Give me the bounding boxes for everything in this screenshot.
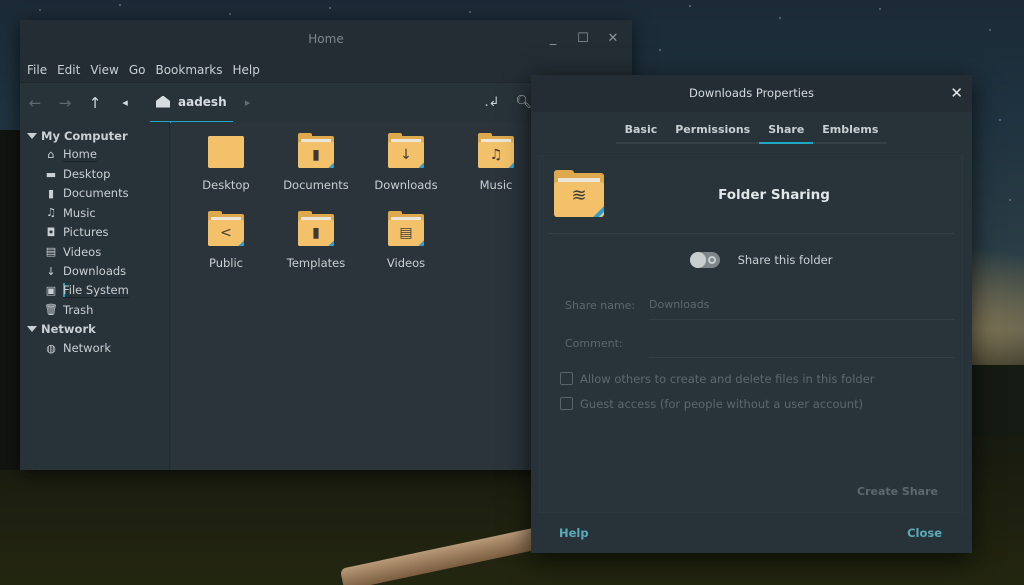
share-name-input[interactable]: Downloads [649,292,954,320]
sidebar-item-videos[interactable]: ▤ Videos [20,242,169,261]
downloads-folder-icon: ↓ [388,133,424,168]
breadcrumb-label: aadesh [178,94,227,109]
tab-share[interactable]: Share [759,123,814,144]
sidebar: My Computer ⌂ Home ▬ Desktop ▮ Documents ♫ M… [20,122,170,470]
camera-icon: ◘ [46,225,56,239]
expand-triangle-icon[interactable] [27,132,37,139]
create-share-button[interactable]: Create Share [857,485,938,498]
breadcrumb-prev-icon[interactable]: ◂ [110,96,140,109]
menu-help[interactable]: Help [232,63,267,77]
menu-bookmarks[interactable]: Bookmarks [154,63,229,77]
public-share-folder-icon: < [208,211,244,246]
share-panel: ≋ Folder Sharing Share this folder Share… [539,155,963,513]
title-bar[interactable]: Home _ ☐ ✕ [20,20,632,58]
window-title: Home [308,32,344,46]
dialog-title: Downloads Properties [689,86,814,100]
comment-label: Comment: [565,336,623,350]
document-icon: ▮ [47,186,55,200]
film-icon: ▤ [45,245,57,259]
share-folder-toggle[interactable] [689,252,720,268]
sidebar-item-documents[interactable]: ▮ Documents [20,184,169,203]
close-button[interactable]: ✕ [604,20,622,58]
drive-icon: ▣ [45,283,57,297]
music-folder-icon: ♫ [478,133,514,168]
help-button[interactable]: Help [559,526,589,540]
up-arrow-icon[interactable]: ↑ [80,94,110,112]
breadcrumb-home[interactable]: aadesh [150,83,233,123]
toggle-location-icon[interactable]: .↲ [484,95,499,110]
music-icon: ♫ [46,206,56,220]
allow-others-option[interactable]: Allow others to create and delete files … [560,366,962,391]
share-folder-label: Share this folder [737,253,833,267]
globe-icon: ◍ [46,341,56,355]
minimize-button[interactable]: _ [544,20,562,58]
sidebar-item-pictures[interactable]: ◘ Pictures [20,223,169,242]
search-icon[interactable]: 🔍︎ [515,95,532,110]
sidebar-item-music[interactable]: ♫ Music [20,203,169,222]
folder-sharing-heading: Folder Sharing [718,186,830,203]
folder-templates[interactable]: ▮ Templates [271,211,361,270]
breadcrumb-next-icon[interactable]: ▸ [233,96,263,109]
download-arrow-icon: ↓ [46,264,56,278]
templates-folder-icon: ▮ [298,211,334,246]
close-button[interactable]: Close [907,526,942,540]
expand-triangle-icon[interactable] [27,326,37,333]
home-icon: ⌂ [47,148,55,162]
guest-access-option[interactable]: Guest access (for people without a user … [560,391,962,416]
comment-input[interactable] [649,330,954,358]
trash-icon: 🗑︎ [44,303,58,317]
menu-file[interactable]: File [26,63,54,77]
folder-videos[interactable]: ▤ Videos [361,211,451,270]
share-name-label: Share name: [565,298,636,312]
sidebar-item-desktop[interactable]: ▬ Desktop [20,164,169,183]
wallpaper-trees-right [970,365,1024,435]
folder-icon [208,136,244,168]
sidebar-item-trash[interactable]: 🗑︎ Trash [20,300,169,319]
wifi-icon: ≋ [571,184,587,206]
videos-folder-icon: ▤ [388,211,424,246]
sidebar-item-home[interactable]: ⌂ Home [20,145,169,164]
allow-others-checkbox[interactable] [560,372,573,385]
desktop-icon: ▬ [45,167,57,181]
tab-basic[interactable]: Basic [616,123,667,144]
guest-access-checkbox[interactable] [560,397,573,410]
documents-folder-icon: ▮ [298,133,334,168]
close-icon[interactable]: ✕ [950,75,963,112]
wallpaper-trees-left [0,130,22,470]
shared-folder-icon: ≋ [554,169,604,217]
sidebar-section-network[interactable]: Network [20,320,169,339]
folder-public[interactable]: < Public [181,211,271,270]
sidebar-item-downloads[interactable]: ↓ Downloads [20,261,169,280]
properties-dialog: Downloads Properties ✕ Basic Permissions… [531,75,972,553]
menu-view[interactable]: View [89,63,125,77]
back-arrow-icon[interactable]: ← [20,94,50,112]
tab-emblems[interactable]: Emblems [813,123,887,144]
menu-edit[interactable]: Edit [56,63,87,77]
dialog-title-bar[interactable]: Downloads Properties ✕ [531,75,972,112]
folder-documents[interactable]: ▮ Documents [271,133,361,192]
home-icon [156,95,170,108]
folder-music[interactable]: ♫ Music [451,133,541,192]
sidebar-section-my-computer[interactable]: My Computer [20,126,169,145]
sidebar-item-network[interactable]: ◍ Network [20,339,169,358]
folder-downloads[interactable]: ↓ Downloads [361,133,451,192]
menu-go[interactable]: Go [128,63,153,77]
maximize-button[interactable]: ☐ [574,20,592,58]
tab-bar: Basic Permissions Share Emblems [531,112,972,144]
forward-arrow-icon[interactable]: → [50,94,80,112]
folder-desktop[interactable]: Desktop [181,136,271,192]
sidebar-item-file-system[interactable]: ▣ File System [20,281,169,300]
tab-permissions[interactable]: Permissions [666,123,759,144]
